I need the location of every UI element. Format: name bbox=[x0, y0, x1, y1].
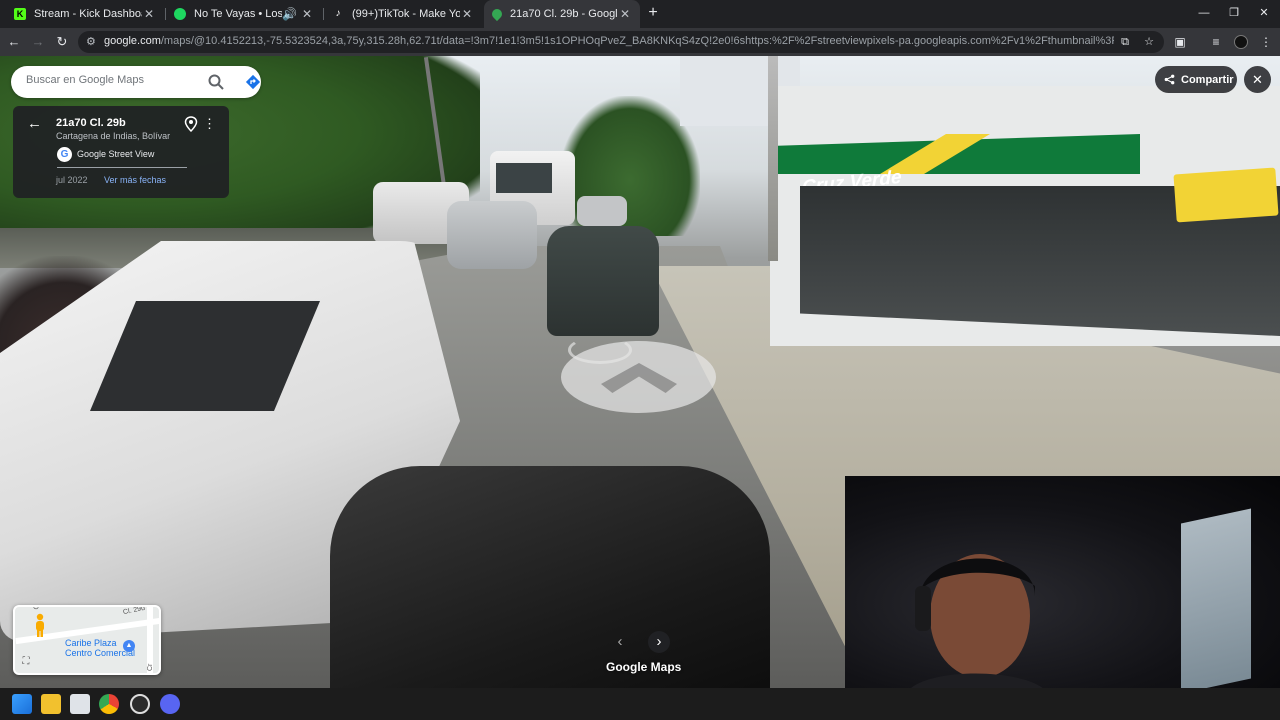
site-settings-icon[interactable]: ⚙ bbox=[86, 35, 100, 49]
black-car-foreground bbox=[330, 466, 770, 688]
app-icon[interactable] bbox=[70, 694, 90, 714]
rental-sign bbox=[1173, 167, 1279, 223]
location-info-card: ← 21a70 Cl. 29b Cartagena de Indias, Bol… bbox=[13, 106, 229, 198]
capture-date: jul 2022 bbox=[56, 175, 88, 185]
discord-icon[interactable] bbox=[160, 694, 180, 714]
share-label: Compartir bbox=[1181, 73, 1234, 86]
close-icon[interactable]: ✕ bbox=[142, 7, 156, 21]
reload-icon[interactable]: ↻ bbox=[54, 34, 70, 50]
distant-car bbox=[577, 196, 627, 226]
obs-icon[interactable] bbox=[130, 694, 150, 714]
new-tab-button[interactable]: + bbox=[644, 4, 662, 22]
profile-avatar[interactable] bbox=[1234, 35, 1248, 49]
move-forward-arrow[interactable] bbox=[561, 341, 716, 413]
minimap[interactable]: Cr Cl. 29d Cr Caribe Plaza Centro Comerci… bbox=[13, 605, 161, 675]
chevron-up-icon bbox=[601, 363, 677, 393]
share-button[interactable]: Compartir bbox=[1155, 66, 1237, 93]
media-controls-icon[interactable]: ≡ bbox=[1208, 34, 1224, 50]
kick-icon: K bbox=[14, 8, 26, 20]
pegman-icon[interactable] bbox=[33, 613, 47, 639]
utility-pole bbox=[768, 56, 778, 261]
forward-arrow-icon[interactable]: → bbox=[30, 34, 46, 50]
tab-title: 21a70 Cl. 29b - Google Maps bbox=[510, 8, 618, 20]
bus-window bbox=[496, 163, 552, 193]
background-monitor bbox=[1181, 508, 1251, 688]
webcam-overlay bbox=[845, 476, 1280, 688]
tiktok-icon: ♪ bbox=[335, 8, 341, 19]
window-close-icon[interactable]: ✕ bbox=[1256, 5, 1272, 21]
close-street-view-button[interactable]: ✕ bbox=[1244, 66, 1271, 93]
address-title: 21a70 Cl. 29b bbox=[56, 117, 126, 129]
google-maps-brand: Google Maps bbox=[606, 660, 682, 674]
google-logo-icon: G bbox=[57, 146, 72, 162]
suv-windshield bbox=[90, 301, 320, 411]
url-text[interactable]: google.com/maps/@10.4152213,-75.5323524,… bbox=[104, 35, 1114, 47]
speaker-icon[interactable]: 🔊 bbox=[282, 7, 297, 21]
expand-icon[interactable]: ⛶ bbox=[20, 656, 32, 668]
tab-title: No Te Vayas • Los Diablitos bbox=[194, 8, 282, 20]
previous-arrow-icon[interactable]: ‹ bbox=[609, 631, 631, 653]
browser-menu-icon[interactable]: ⋮ bbox=[1258, 34, 1274, 50]
next-arrow-icon[interactable]: › bbox=[648, 631, 670, 653]
spotify-icon bbox=[174, 8, 186, 20]
extensions-icon[interactable]: ▣ bbox=[1172, 34, 1188, 50]
shopping-bag-icon: ▲ bbox=[123, 640, 135, 652]
address-bar[interactable]: ⚙ google.com/maps/@10.4152213,-75.532352… bbox=[78, 31, 1164, 53]
windows-start-icon[interactable] bbox=[12, 694, 32, 714]
streamer-webcam bbox=[911, 554, 1043, 688]
back-arrow-icon[interactable]: ← bbox=[6, 34, 22, 50]
tab-title: (99+)TikTok - Make Your Day bbox=[352, 8, 460, 20]
tab-kick[interactable]: K Stream - Kick Dashboard ✕ bbox=[6, 0, 164, 28]
place-name: Caribe Plaza bbox=[65, 638, 117, 648]
restore-icon[interactable]: ❐ bbox=[1226, 5, 1242, 21]
minimize-icon[interactable]: — bbox=[1196, 5, 1212, 21]
browser-toolbar: ← → ↻ ⚙ google.com/maps/@10.4152213,-75.… bbox=[0, 28, 1280, 56]
install-app-icon[interactable]: ⧉ bbox=[1118, 35, 1132, 49]
source-attribution[interactable]: G Google Street View bbox=[57, 146, 154, 162]
tab-google-maps[interactable]: 21a70 Cl. 29b - Google Maps ✕ bbox=[484, 0, 640, 28]
bookmark-star-icon[interactable]: ☆ bbox=[1142, 35, 1156, 49]
minimap-street-label: Cr bbox=[33, 605, 42, 611]
file-explorer-icon[interactable] bbox=[41, 694, 61, 714]
city-subtitle: Cartagena de Indias, Bolívar bbox=[56, 131, 171, 141]
card-divider bbox=[57, 167, 187, 168]
tab-tiktok[interactable]: ♪ (99+)TikTok - Make Your Day ✕ bbox=[324, 0, 482, 28]
more-options-icon[interactable]: ⋮ bbox=[203, 116, 216, 132]
location-pin-icon[interactable] bbox=[184, 116, 198, 132]
directions-icon[interactable] bbox=[245, 74, 261, 90]
tab-strip: K Stream - Kick Dashboard ✕ No Te Vayas … bbox=[0, 0, 1280, 28]
close-icon[interactable]: ✕ bbox=[618, 7, 632, 21]
tab-title: Stream - Kick Dashboard bbox=[34, 8, 142, 20]
windows-taskbar bbox=[0, 688, 1280, 720]
share-icon bbox=[1164, 74, 1175, 85]
tab-spotify[interactable]: No Te Vayas • Los Diablitos 🔊 ✕ bbox=[166, 0, 322, 28]
search-input[interactable] bbox=[26, 74, 206, 86]
search-icon[interactable] bbox=[207, 73, 225, 91]
chrome-icon[interactable] bbox=[99, 694, 119, 714]
google-maps-icon bbox=[489, 6, 505, 22]
close-icon[interactable]: ✕ bbox=[300, 7, 314, 21]
search-box bbox=[11, 66, 261, 98]
back-arrow-icon[interactable]: ← bbox=[27, 116, 43, 132]
source-label: Google Street View bbox=[77, 149, 155, 159]
minimap-street-label: Cr bbox=[147, 663, 154, 671]
silver-car bbox=[447, 201, 537, 269]
close-icon[interactable]: ✕ bbox=[460, 7, 474, 21]
more-dates-link[interactable]: Ver más fechas bbox=[104, 175, 166, 185]
dark-green-car bbox=[547, 226, 659, 336]
minimap-street-label: Cl. 29d bbox=[122, 605, 146, 617]
